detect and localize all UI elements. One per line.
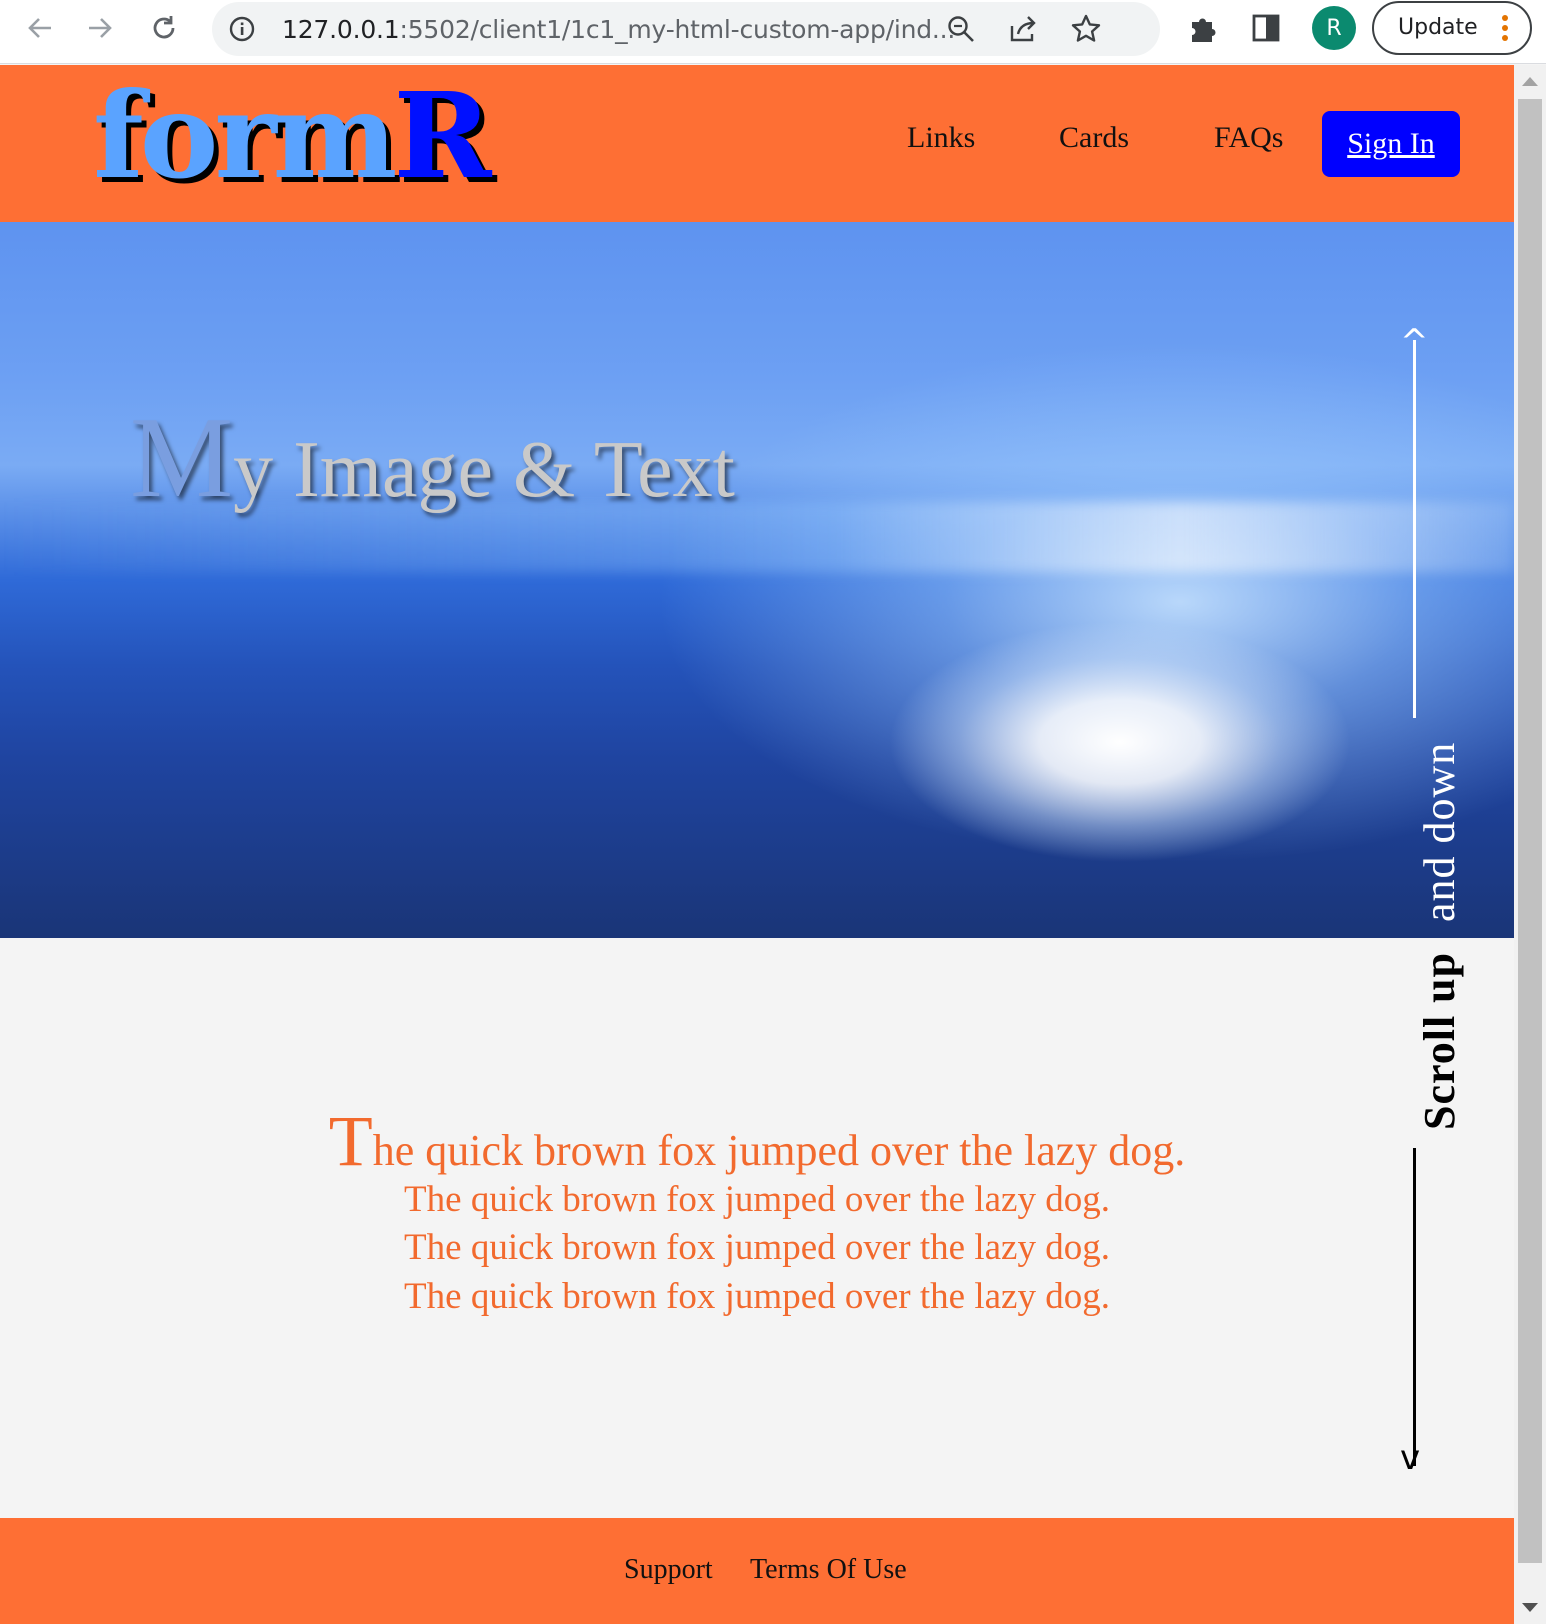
headline-dropcap: T [328,1101,373,1181]
arrow-right-icon [89,18,112,38]
address-bar[interactable]: 127.0.0.1:5502/client1/1c1_my-html-custo… [212,2,1160,56]
formr-logo[interactable]: formR [93,71,492,201]
forward-button[interactable] [80,8,120,48]
nav-link-cards[interactable]: Cards [1059,121,1129,155]
site-footer: Support Terms Of Use [0,1518,1514,1624]
nav-link-links[interactable]: Links [907,121,975,155]
main-content: The quick brown fox jumped over the lazy… [0,938,1514,1518]
extensions-puzzle-icon[interactable] [1186,12,1220,46]
chevron-down-icon: v [1400,1438,1421,1478]
update-label: Update [1398,15,1478,40]
scroll-text-and-down: and down [1415,741,1464,922]
hero-image: My Image & Text [0,222,1514,938]
site-header: formR Links Cards FAQs Sign In [0,65,1514,222]
footer-link-support[interactable]: Support [624,1554,713,1586]
share-icon[interactable] [1008,14,1040,44]
update-button[interactable]: Update [1372,1,1532,55]
scrollbar-thumb[interactable] [1518,99,1542,1563]
body-line-3: The quick brown fox jumped over the lazy… [404,1276,1110,1317]
hero-title-initial: M [130,394,234,522]
scroll-up-arrow-icon[interactable] [1522,77,1538,86]
footer-link-terms[interactable]: Terms Of Use [750,1554,907,1586]
bookmark-star-icon[interactable] [1070,13,1102,45]
logo-part-r: R [393,66,492,205]
scroll-indicator: ^ and down Scroll up v [1380,322,1464,1482]
headline-rest: he quick brown fox jumped over the lazy … [372,1126,1186,1175]
reload-button[interactable] [144,8,184,48]
headline-text: The quick brown fox jumped over the lazy… [0,1100,1514,1183]
url-text: 127.0.0.1:5502/client1/1c1_my-html-custo… [282,15,956,44]
scroll-down-arrow-icon[interactable] [1522,1603,1538,1612]
hero-title-rest: y Image & Text [233,426,735,514]
arrow-left-icon [28,18,51,38]
browser-toolbar: 127.0.0.1:5502/client1/1c1_my-html-custo… [0,0,1546,64]
back-button[interactable] [20,8,60,48]
page-scrollbar[interactable] [1514,65,1546,1624]
more-menu-icon [1502,15,1508,43]
nav-link-faqs[interactable]: FAQs [1214,121,1283,155]
scroll-text-scroll-up: Scroll up [1415,951,1464,1130]
body-line-2: The quick brown fox jumped over the lazy… [404,1227,1110,1268]
reload-icon [153,16,175,39]
scroll-line-bottom [1413,1148,1416,1466]
site-info-icon[interactable] [228,15,256,43]
scroll-line-top [1413,340,1416,718]
body-line-1: The quick brown fox jumped over the lazy… [404,1179,1110,1220]
zoom-icon[interactable] [946,14,976,44]
profile-avatar[interactable]: R [1312,6,1356,50]
side-panel-icon[interactable] [1250,12,1282,44]
sign-in-button[interactable]: Sign In [1322,111,1460,177]
profile-initial: R [1326,15,1342,41]
logo-part-form: form [93,66,397,205]
hero-title: My Image & Text [130,392,735,525]
